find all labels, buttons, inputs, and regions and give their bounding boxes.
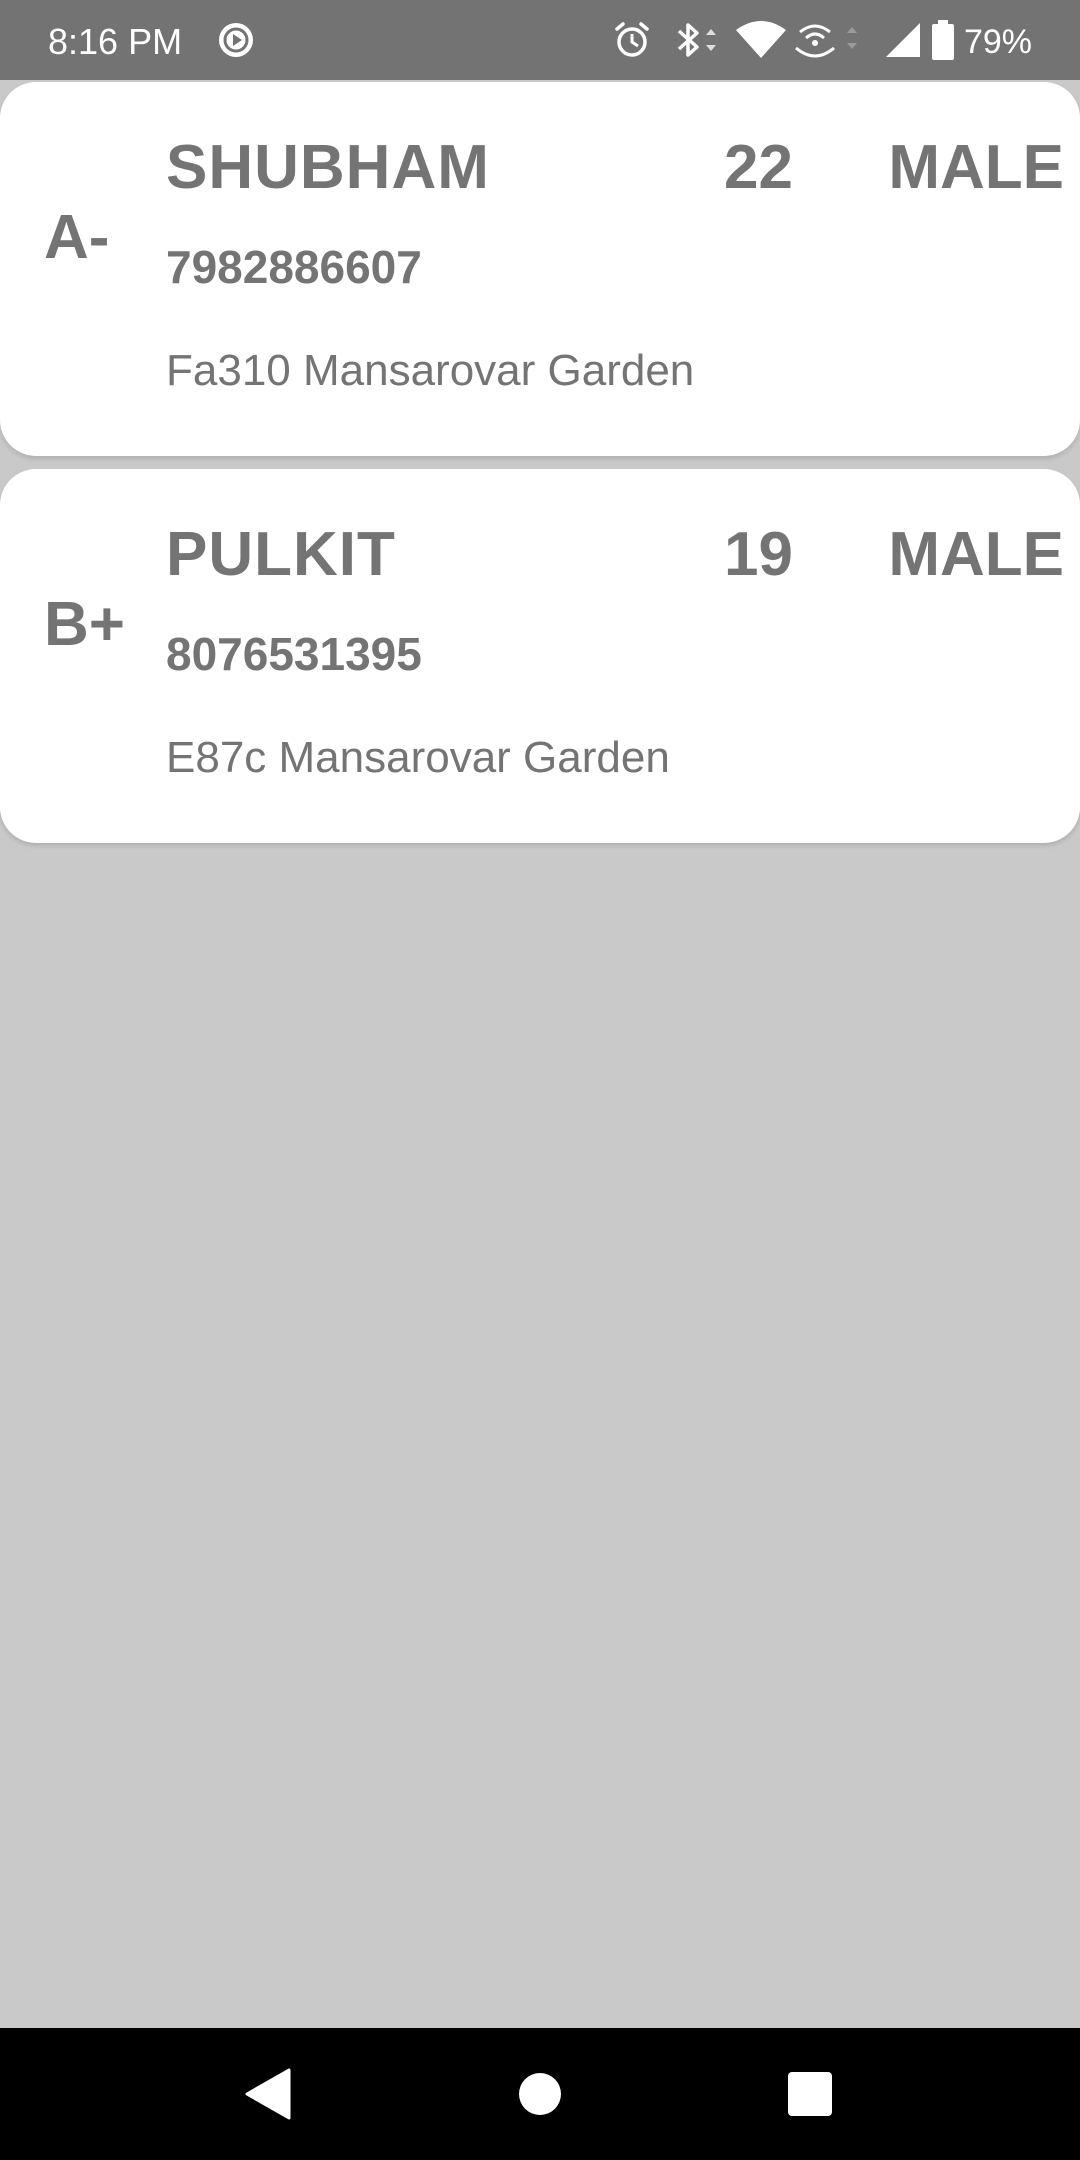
donor-age: 19 — [724, 520, 793, 589]
donor-phone: 7982886607 — [166, 241, 422, 293]
blood-group: B+ — [44, 590, 125, 659]
media-play-icon — [216, 20, 256, 60]
donor-address: E87c Mansarovar Garden — [166, 733, 670, 782]
donor-phone: 8076531395 — [166, 628, 422, 680]
status-bar: 8:16 PM 79% — [0, 0, 1080, 80]
donor-card[interactable]: A- SHUBHAM 22 MALE 7982886607 Fa310 Mans… — [0, 82, 1080, 456]
donor-gender: MALE — [888, 520, 1064, 589]
home-icon[interactable] — [498, 2052, 582, 2136]
battery-percent: 79% — [963, 23, 1032, 61]
blood-group: A- — [44, 203, 110, 272]
status-time: 8:16 PM — [48, 21, 183, 62]
battery-icon — [928, 20, 958, 60]
navigation-bar — [0, 2028, 1080, 2160]
donor-name: SHUBHAM — [166, 133, 490, 202]
donor-name: PULKIT — [166, 520, 396, 589]
recents-icon[interactable] — [768, 2052, 852, 2136]
donor-address: Fa310 Mansarovar Garden — [166, 346, 695, 395]
alarm-icon — [612, 20, 652, 60]
donor-age: 22 — [724, 133, 793, 202]
back-icon[interactable] — [226, 2052, 310, 2136]
cell-signal-icon — [884, 20, 922, 60]
donor-card[interactable]: B+ PULKIT 19 MALE 8076531395 E87c Mansar… — [0, 469, 1080, 843]
wifi-icon — [734, 20, 788, 60]
hotspot-icon — [790, 20, 870, 60]
bluetooth-icon — [670, 20, 728, 60]
donor-gender: MALE — [888, 133, 1064, 202]
